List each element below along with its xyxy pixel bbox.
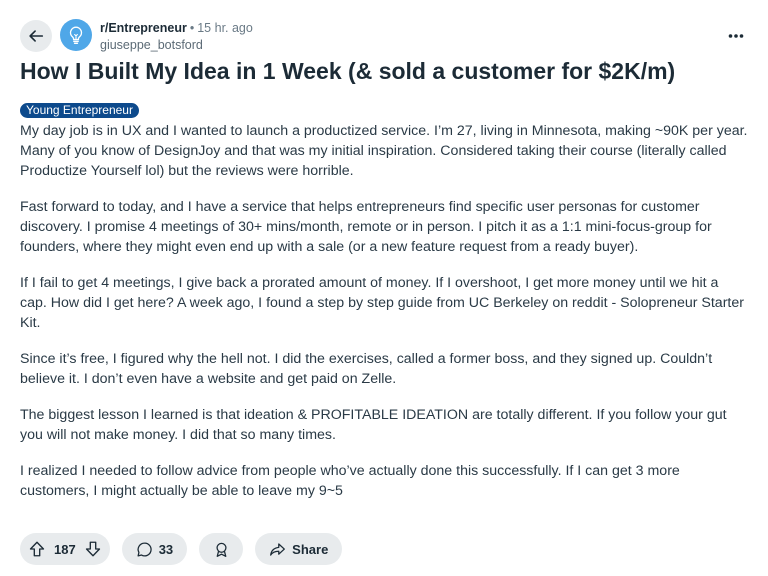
lightbulb-icon <box>69 26 83 44</box>
body-paragraph: If I fail to get 4 meetings, I give back… <box>20 275 744 331</box>
body-paragraph: Since it’s free, I figured why the hell … <box>20 351 713 387</box>
vote-control: 187 <box>20 533 110 565</box>
meta-separator: • <box>189 21 195 35</box>
subreddit-name[interactable]: r/Entrepreneur <box>100 21 187 35</box>
award-icon <box>216 542 227 557</box>
downvote-button[interactable] <box>82 538 104 560</box>
share-button[interactable]: Share <box>255 533 343 565</box>
downvote-icon <box>85 541 100 557</box>
comment-icon <box>137 541 152 557</box>
author-username[interactable]: giuseppe_botsford <box>100 37 203 53</box>
subreddit-meta: r/Entrepreneur • 15 hr. ago <box>100 20 253 36</box>
upvote-icon <box>29 541 45 557</box>
body-paragraph: My day job is in UX and I wanted to laun… <box>20 123 748 179</box>
post-time: 15 hr. ago <box>197 21 253 35</box>
post-flair[interactable]: Young Entrepreneur <box>20 103 139 118</box>
post-actions: 187 33 Share <box>20 533 343 565</box>
comment-count: 33 <box>158 541 174 557</box>
subreddit-avatar[interactable] <box>60 19 92 51</box>
post-header: r/Entrepreneur • 15 hr. ago giuseppe_botsf… <box>20 18 750 56</box>
body-paragraph: Fast forward to today, and I have a serv… <box>20 199 712 255</box>
back-button[interactable] <box>20 20 52 52</box>
share-icon <box>270 542 286 556</box>
award-button[interactable] <box>199 533 244 565</box>
post-title: How I Built My Idea in 1 Week (& sold a … <box>20 58 676 84</box>
share-label: Share <box>292 541 329 557</box>
arrow-left-icon <box>29 30 44 42</box>
more-horizontal-icon <box>728 34 744 38</box>
comments-button[interactable]: 33 <box>121 533 188 565</box>
body-paragraph: I realized I needed to follow advice fro… <box>20 463 680 499</box>
upvote-button[interactable] <box>26 538 48 560</box>
vote-count: 187 <box>54 541 76 557</box>
post-body: My day job is in UX and I wanted to laun… <box>20 121 748 517</box>
body-paragraph: The biggest lesson I learned is that ide… <box>20 407 727 443</box>
more-options-button[interactable] <box>722 24 750 48</box>
